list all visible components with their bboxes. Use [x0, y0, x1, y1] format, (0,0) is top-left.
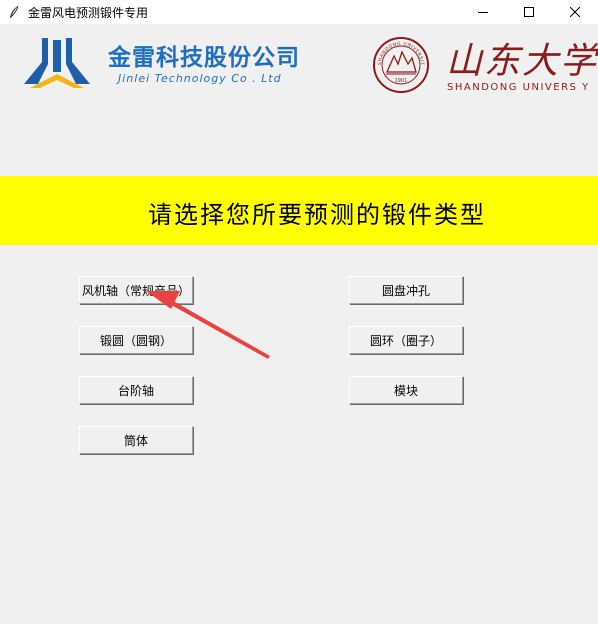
close-icon: [570, 7, 580, 17]
app-window: 金雷风电预测锻件专用 金雷科技股份公司 Jinlei Technology Co…: [0, 0, 598, 624]
module-button[interactable]: 模块: [349, 376, 463, 404]
cylinder-button[interactable]: 筒体: [79, 426, 193, 454]
company-name-cn: 金雷科技股份公司: [108, 45, 300, 71]
minimize-icon: [478, 12, 488, 13]
shandong-university-seal-icon: SHANDONG UNIVERSITY 1901: [372, 36, 429, 93]
step-shaft-button[interactable]: 台阶轴: [79, 376, 193, 404]
seal-year: 1901: [395, 78, 408, 84]
feather-icon: [6, 4, 22, 20]
company-name-en: Jinlei Technology Co . Ltd: [118, 72, 282, 85]
window-title: 金雷风电预测锻件专用: [28, 5, 149, 20]
university-name-en: SHANDONG UNIVERS Y: [447, 82, 590, 93]
wind-shaft-button[interactable]: 风机轴（常规产品）: [79, 276, 193, 304]
university-name-cn: 山东大学: [446, 41, 598, 82]
maximize-icon: [524, 7, 534, 17]
prompt-banner: 请选择您所要预测的锻件类型: [0, 176, 598, 245]
disc-punch-button[interactable]: 圆盘冲孔: [349, 276, 463, 304]
title-bar[interactable]: 金雷风电预测锻件专用: [0, 0, 598, 24]
window-controls: [460, 0, 598, 24]
header: 金雷科技股份公司 Jinlei Technology Co . Ltd SHAN…: [0, 24, 598, 100]
forged-round-button[interactable]: 锻圆（圆钢）: [79, 326, 193, 354]
maximize-button[interactable]: [506, 0, 552, 24]
ring-button[interactable]: 圆环（圈子）: [349, 326, 463, 354]
minimize-button[interactable]: [460, 0, 506, 24]
close-button[interactable]: [552, 0, 598, 24]
jinlei-logo-icon: [24, 38, 90, 88]
banner-text: 请选择您所要预测的锻件类型: [148, 201, 486, 229]
